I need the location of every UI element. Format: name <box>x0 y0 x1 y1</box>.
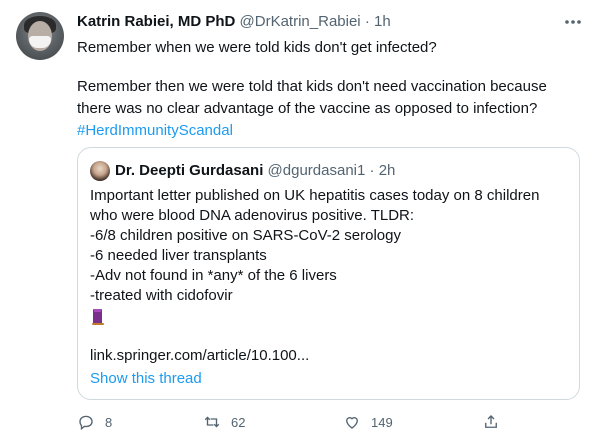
like-button[interactable]: 149 <box>343 413 393 431</box>
more-options-icon[interactable] <box>563 15 583 29</box>
tweet-text: Remember when we were told kids don't ge… <box>77 37 582 142</box>
like-count: 149 <box>371 414 393 430</box>
author-avatar[interactable] <box>16 12 64 60</box>
test-tube-emoji-icon <box>90 308 106 326</box>
tweet-line-2: Remember then we were told that kids don… <box>77 78 547 117</box>
quoted-author-handle: @dgurdasani1 <box>267 162 366 179</box>
quoted-link[interactable]: link.springer.com/article/10.100... <box>90 347 309 364</box>
retweet-button[interactable]: 62 <box>203 413 245 431</box>
quoted-author-avatar <box>90 161 110 181</box>
quoted-tweet-text: Important letter published on UK hepatit… <box>90 186 570 332</box>
reply-count: 8 <box>105 414 113 430</box>
share-icon <box>485 415 497 428</box>
quoted-tweet-time: 2h <box>378 162 396 179</box>
author-handle[interactable]: @DrKatrin_Rabiei <box>240 13 361 30</box>
reply-icon <box>79 415 93 431</box>
show-thread-link[interactable]: Show this thread <box>90 370 202 387</box>
quoted-line-3: -6/8 children positive on SARS-CoV-2 ser… <box>90 227 401 244</box>
reply-button[interactable]: 8 <box>77 413 112 431</box>
hashtag-link[interactable]: #HerdImmunityScandal <box>77 122 233 139</box>
quoted-tweet[interactable]: Dr. Deepti Gurdasani @dgurdasani1 · 2h I… <box>77 147 580 400</box>
tweet-time[interactable]: 1h <box>374 13 391 30</box>
tweet-actions: 8 62 149 <box>77 413 582 435</box>
tweet-line-1: Remember when we were told kids don't ge… <box>77 39 437 56</box>
quoted-line-6: -treated with cidofovir <box>90 287 233 304</box>
quoted-emoji-row <box>90 306 570 332</box>
quoted-author-name: Dr. Deepti Gurdasani <box>115 162 264 179</box>
quoted-tweet-header: Dr. Deepti Gurdasani @dgurdasani1 · 2h <box>115 162 395 179</box>
quoted-line-2: who were blood DNA adenovirus positive. … <box>90 207 415 224</box>
share-button[interactable] <box>482 413 500 431</box>
heart-icon <box>346 417 358 429</box>
quoted-separator-dot: · <box>369 162 375 179</box>
retweet-icon <box>204 416 220 428</box>
quoted-line-5: -Adv not found in *any* of the 6 livers <box>90 267 337 284</box>
separator-dot: · <box>364 13 370 30</box>
author-name[interactable]: Katrin Rabiei, MD PhD <box>77 13 235 30</box>
avatar-mask <box>29 36 51 48</box>
retweet-count: 62 <box>231 414 246 430</box>
quoted-line-1: Important letter published on UK hepatit… <box>90 187 540 204</box>
tweet-header: Katrin Rabiei, MD PhD @DrKatrin_Rabiei ·… <box>77 13 391 30</box>
quoted-line-4: -6 needed liver transplants <box>90 247 267 264</box>
